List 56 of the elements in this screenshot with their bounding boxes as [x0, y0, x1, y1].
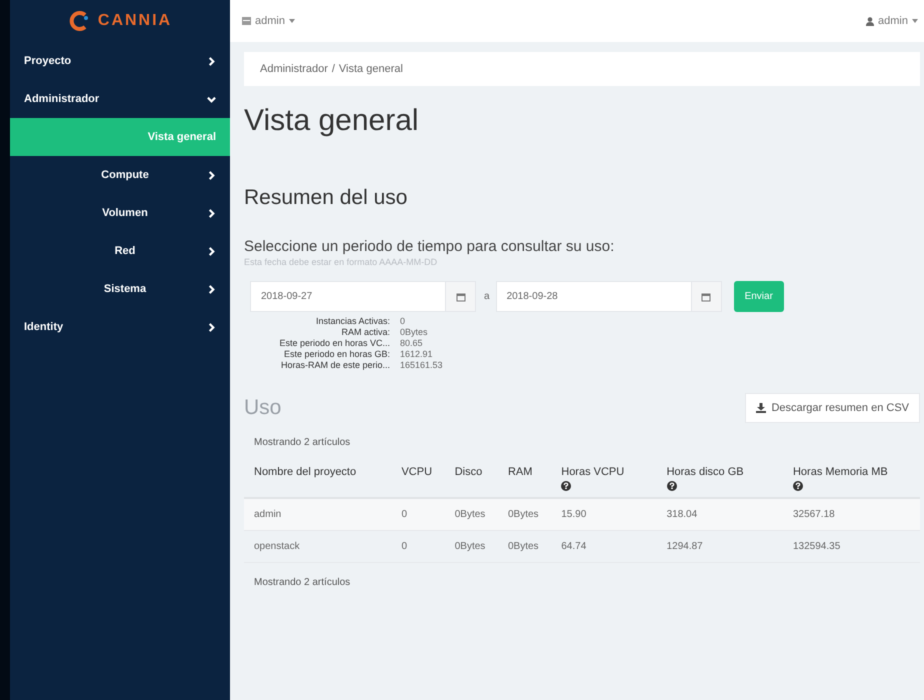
- sidebar-subitem[interactable]: Red: [10, 232, 230, 270]
- table-cell: 1294.87: [656, 530, 783, 562]
- sidebar-subitem[interactable]: Volumen: [10, 194, 230, 232]
- chevron-right-icon: [207, 246, 216, 256]
- stat-value: 0Bytes: [400, 327, 429, 338]
- download-csv-button[interactable]: Descargar resumen en CSV: [745, 393, 920, 423]
- breadcrumb-separator: /: [332, 63, 335, 75]
- calendar-icon: [701, 292, 712, 302]
- table-cell: 0Bytes: [498, 530, 552, 562]
- caret-icon: [288, 19, 295, 23]
- table-cell: 0: [391, 530, 445, 562]
- stat-label: Este periodo en horas GB:: [282, 349, 390, 360]
- stat-value: 1612.91: [400, 349, 434, 360]
- period-prompt: Seleccione un periodo de tiempo para consultar su uso:: [244, 238, 616, 255]
- user-icon: [866, 16, 874, 26]
- item-count: Mostrando 2 artículos: [253, 436, 352, 450]
- project-icon: [242, 17, 251, 25]
- caret-icon: [912, 19, 918, 23]
- sidebar-item[interactable]: Administrador: [10, 80, 230, 118]
- table-cell: 64.74: [551, 530, 657, 562]
- section-title: Uso: [244, 396, 282, 420]
- project-menu[interactable]: admin: [242, 15, 295, 27]
- help-icon[interactable]: [561, 481, 572, 491]
- section-title: Resumen del uso: [244, 186, 408, 210]
- sidebar-subitem[interactable]: Sistema: [10, 270, 230, 308]
- stat-value: 0: [400, 316, 406, 327]
- chevron-right-icon: [207, 284, 216, 294]
- table-cell: 132594.35: [782, 530, 920, 562]
- sidebar-item[interactable]: Identity: [10, 308, 230, 346]
- date-separator: a: [484, 291, 490, 302]
- item-count: Mostrando 2 artículos: [253, 576, 352, 590]
- page-title: Vista general: [244, 104, 420, 138]
- stat-label: Horas-RAM de este perio...: [280, 360, 390, 371]
- logo-icon: [68, 10, 90, 32]
- chevron-right-icon: [207, 322, 216, 332]
- breadcrumb-item[interactable]: Administrador: [260, 63, 328, 75]
- help-icon[interactable]: [666, 481, 677, 491]
- logo-text: CANNIA: [98, 12, 172, 30]
- stat-label: Este periodo en horas VC...: [278, 338, 390, 349]
- chevron-right-icon: [207, 56, 216, 66]
- download-icon: [756, 403, 766, 413]
- stat-value: 80.65: [400, 338, 424, 349]
- stat-value: 165161.53: [400, 360, 444, 371]
- sidebar-subitem[interactable]: Compute: [10, 156, 230, 194]
- chevron-right-icon: [207, 170, 216, 180]
- user-menu[interactable]: admin: [866, 15, 918, 27]
- chevron-down-icon: [207, 94, 216, 104]
- calendar-icon: [456, 292, 466, 302]
- sidebar-item[interactable]: Proyecto: [10, 42, 230, 80]
- stat-label: Instancias Activas:: [314, 316, 390, 327]
- chevron-right-icon: [207, 208, 216, 218]
- help-icon[interactable]: [792, 481, 803, 491]
- table-cell: openstack: [244, 530, 392, 562]
- breadcrumb-item: Vista general: [338, 63, 403, 75]
- stat-label: RAM activa:: [340, 327, 390, 338]
- table-cell: 0Bytes: [444, 530, 498, 562]
